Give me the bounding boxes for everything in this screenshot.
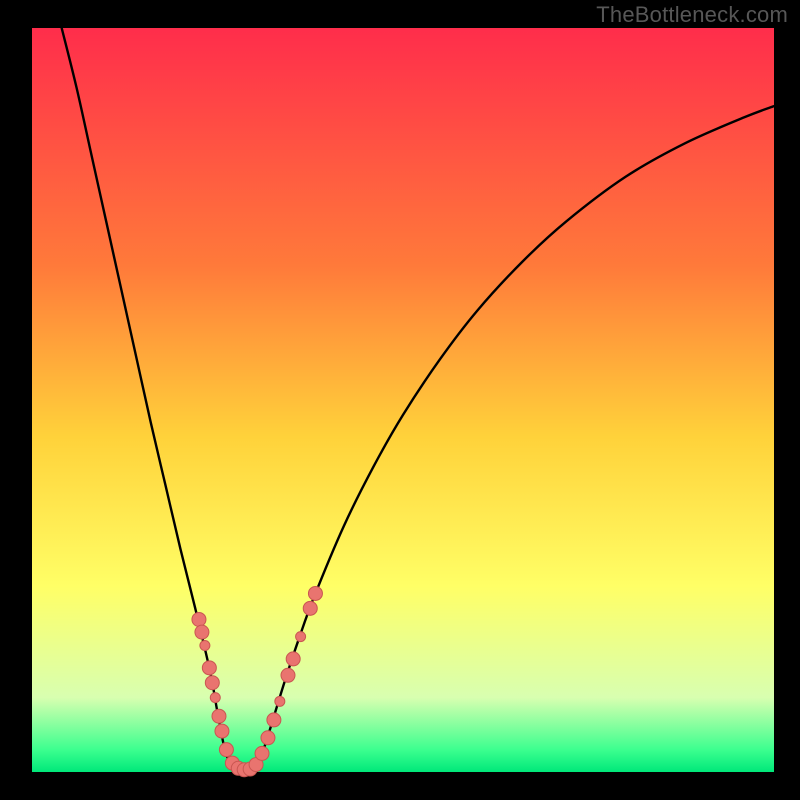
plot-area — [32, 28, 774, 772]
sample-marker — [215, 724, 229, 738]
sample-marker — [210, 693, 220, 703]
sample-marker — [275, 696, 285, 706]
watermark-text: TheBottleneck.com — [596, 2, 788, 28]
sample-marker — [255, 746, 269, 760]
sample-marker — [212, 709, 226, 723]
sample-marker — [202, 661, 216, 675]
sample-marker — [308, 586, 322, 600]
bottleneck-chart — [0, 0, 800, 800]
sample-marker — [205, 676, 219, 690]
sample-marker — [200, 641, 210, 651]
sample-marker — [296, 632, 306, 642]
sample-marker — [303, 601, 317, 615]
sample-marker — [281, 668, 295, 682]
sample-marker — [267, 713, 281, 727]
sample-marker — [261, 731, 275, 745]
chart-frame: TheBottleneck.com — [0, 0, 800, 800]
sample-marker — [192, 612, 206, 626]
sample-marker — [195, 625, 209, 639]
sample-marker — [286, 652, 300, 666]
sample-marker — [219, 743, 233, 757]
